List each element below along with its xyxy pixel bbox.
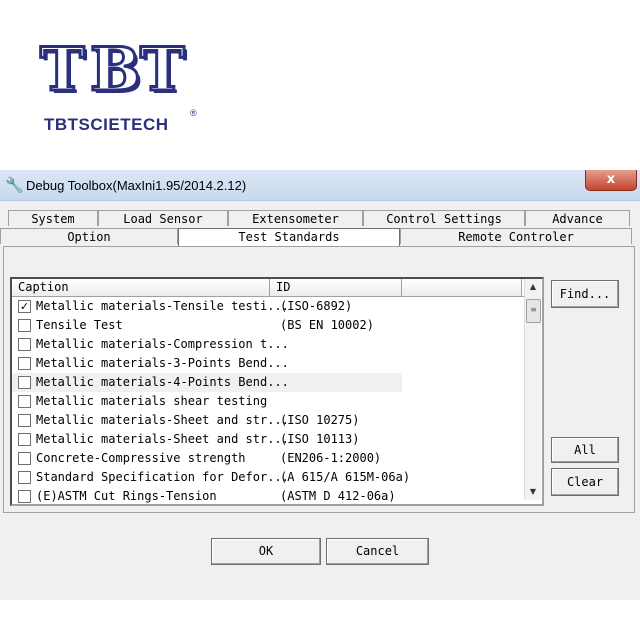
checkmark-icon: ✓ xyxy=(19,300,30,313)
item-caption: Metallic materials-Tensile testi... xyxy=(36,299,289,313)
checkbox-checked[interactable]: ✓ xyxy=(18,300,31,313)
checkbox[interactable] xyxy=(18,452,31,465)
tab-extensometer[interactable]: Extensometer xyxy=(228,210,363,226)
list-header: Caption ID xyxy=(12,279,524,297)
logo-company-name: TBTSCIETECH xyxy=(44,115,169,134)
list-item[interactable]: Standard Specification for Defor... (A 61… xyxy=(12,468,524,487)
checkbox[interactable] xyxy=(18,395,31,408)
checkbox[interactable] xyxy=(18,433,31,446)
list-item[interactable]: Concrete-Compressive strength (EN206-1:20… xyxy=(12,449,524,468)
find-button[interactable]: Find... xyxy=(551,280,619,308)
column-header-caption[interactable]: Caption xyxy=(12,279,270,296)
item-caption: Standard Specification for Defor... xyxy=(36,470,289,484)
checkbox[interactable] xyxy=(18,338,31,351)
logo-letter: B xyxy=(89,35,143,105)
all-button[interactable]: All xyxy=(551,437,619,463)
cancel-button[interactable]: Cancel xyxy=(326,538,429,565)
item-caption: Metallic materials-Compression t... xyxy=(36,337,289,351)
checkbox[interactable] xyxy=(18,414,31,427)
item-id: (ISO-6892) xyxy=(280,299,353,313)
tab-row-top: System Load Sensor Extensometer Control … xyxy=(8,210,630,229)
logo-letters: T B T xyxy=(39,35,187,105)
item-caption: Metallic materials-Sheet and str... xyxy=(36,432,289,446)
list-item[interactable]: Metallic materials shear testing xyxy=(12,392,524,411)
item-caption: Metallic materials-3-Points Bend... xyxy=(36,356,289,370)
item-id: (BS EN 10002) xyxy=(280,318,374,332)
checkbox[interactable] xyxy=(18,490,31,503)
tbt-logo: T B T TBTSCIETECH xyxy=(39,35,210,140)
test-standards-list[interactable]: Caption ID ✓ Metallic materials-Tensile t… xyxy=(10,277,544,506)
checkbox[interactable] xyxy=(18,376,31,389)
list-item[interactable]: (E)ASTM Cut Rings-Tension (ASTM D 412-06a… xyxy=(12,487,524,506)
tab-row-bottom: Option Test Standards Remote Controler xyxy=(0,228,632,247)
scroll-thumb[interactable]: ≡ xyxy=(526,299,541,323)
list-item[interactable]: Metallic materials-Sheet and str... (ISO … xyxy=(12,411,524,430)
list-rows: ✓ Metallic materials-Tensile testi... (ISO… xyxy=(12,297,524,506)
item-caption: Concrete-Compressive strength xyxy=(36,451,246,465)
clear-button[interactable]: Clear xyxy=(551,468,619,496)
registered-mark: ® xyxy=(190,108,197,118)
vertical-scrollbar[interactable]: ▲ ≡ ▼ xyxy=(524,279,541,500)
logo-letter: T xyxy=(139,35,187,105)
debug-toolbox-window: 🔧 Debug Toolbox(MaxIni1.95/2014.2.12) x … xyxy=(0,170,640,600)
tab-option[interactable]: Option xyxy=(0,228,178,244)
column-header-id[interactable]: ID xyxy=(270,279,402,296)
tab-remote-controler[interactable]: Remote Controler xyxy=(400,228,632,244)
list-item[interactable]: Metallic materials-Compression t... xyxy=(12,335,524,354)
scroll-down-icon[interactable]: ▼ xyxy=(525,484,541,500)
scroll-up-icon[interactable]: ▲ xyxy=(525,279,541,295)
tab-advance[interactable]: Advance xyxy=(525,210,630,226)
item-caption: Metallic materials shear testing xyxy=(36,394,268,408)
title-bar[interactable]: 🔧 Debug Toolbox(MaxIni1.95/2014.2.12) x xyxy=(0,170,640,201)
item-caption: Metallic materials-4-Points Bend... xyxy=(36,375,289,389)
tab-test-standards[interactable]: Test Standards xyxy=(178,228,400,246)
checkbox[interactable] xyxy=(18,319,31,332)
wrench-icon: 🔧 xyxy=(5,176,24,194)
tab-control-settings[interactable]: Control Settings xyxy=(363,210,525,226)
item-caption: (E)ASTM Cut Rings-Tension xyxy=(36,489,217,503)
window-title: Debug Toolbox(MaxIni1.95/2014.2.12) xyxy=(26,178,247,193)
close-button[interactable]: x xyxy=(585,170,637,191)
ok-button[interactable]: OK xyxy=(211,538,321,565)
item-caption: Tensile Test xyxy=(36,318,123,332)
checkbox[interactable] xyxy=(18,357,31,370)
list-item[interactable]: Metallic materials-3-Points Bend... xyxy=(12,354,524,373)
item-id: (EN206-1:2000) xyxy=(280,451,382,465)
logo-letter: T xyxy=(39,35,87,105)
item-id: (ASTM D 412-06a) xyxy=(280,489,396,503)
item-id: (ISO 10275) xyxy=(280,413,360,427)
list-item[interactable]: Tensile Test (BS EN 10002) xyxy=(12,316,524,335)
tab-system[interactable]: System xyxy=(8,210,98,226)
list-item[interactable]: Metallic materials-Sheet and str... (ISO … xyxy=(12,430,524,449)
item-id: (ISO 10113) xyxy=(280,432,360,446)
list-item[interactable]: Metallic materials-4-Points Bend... xyxy=(12,373,402,392)
tab-load-sensor[interactable]: Load Sensor xyxy=(98,210,228,226)
column-header-extra[interactable] xyxy=(402,279,522,296)
item-caption: Metallic materials-Sheet and str... xyxy=(36,413,289,427)
checkbox[interactable] xyxy=(18,471,31,484)
list-item[interactable]: ✓ Metallic materials-Tensile testi... (ISO… xyxy=(12,297,524,316)
item-id: (A 615/A 615M-06a) xyxy=(280,470,411,484)
